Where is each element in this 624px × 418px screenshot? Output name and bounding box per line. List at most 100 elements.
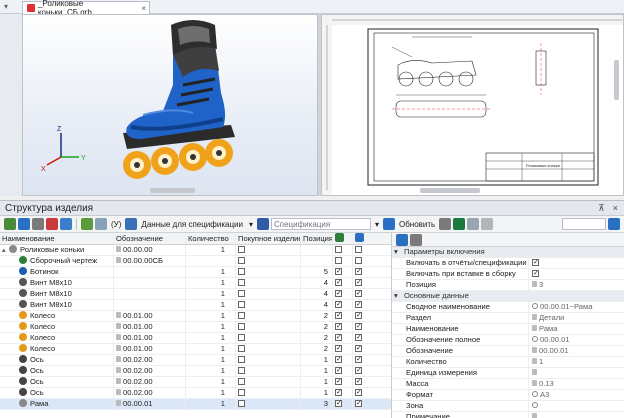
property-value[interactable]: ✓ <box>528 269 624 279</box>
refresh-button[interactable]: Обновить <box>397 220 437 229</box>
variables-button[interactable]: (У) <box>109 220 123 229</box>
property-row[interactable]: Сводное наименование 00.00.01~Рама <box>392 302 624 313</box>
property-row[interactable]: Единица измерения <box>392 368 624 379</box>
include-insert-checkbox[interactable]: ✓ <box>355 399 362 407</box>
table-row[interactable]: Сборочный чертеж 00.00.00СБ <box>0 256 391 267</box>
purchased-checkbox[interactable] <box>238 399 245 407</box>
include-spec-checkbox[interactable]: ✓ <box>335 322 342 330</box>
table-row[interactable]: Колесо 00.01.00 1 2 ✓ ✓ <box>0 333 391 344</box>
collapse-icon[interactable]: ▾ <box>394 291 398 301</box>
3d-horizontal-scrollbar[interactable] <box>150 188 195 193</box>
col-designation[interactable]: Обозначение <box>113 233 185 244</box>
table-row[interactable]: Ось 00.02.00 1 1 ✓ ✓ <box>0 388 391 399</box>
include-spec-checkbox[interactable]: ✓ <box>335 388 342 396</box>
sort-icon[interactable] <box>396 234 408 246</box>
excel-icon[interactable] <box>453 218 466 230</box>
purchased-checkbox[interactable] <box>238 267 245 275</box>
col-include-spec-icon[interactable] <box>332 233 352 244</box>
include-spec-checkbox[interactable]: ✓ <box>335 311 342 319</box>
chevron-down-icon[interactable]: ▾ <box>373 220 381 229</box>
chevron-down-icon[interactable]: ▾ <box>247 220 255 229</box>
table-row[interactable]: Винт М8х10 1 4 ✓ ✓ <box>0 278 391 289</box>
property-row[interactable]: Включать при вставке в сборку ✓ <box>392 269 624 280</box>
panel-close-icon[interactable]: × <box>613 203 618 214</box>
property-row[interactable]: Обозначение полное 00.00.01 <box>392 335 624 346</box>
col-purchased[interactable]: Покупное изделие <box>235 233 300 244</box>
include-insert-checkbox[interactable]: ✓ <box>355 278 362 286</box>
pin-icon[interactable]: ⊼ <box>598 203 605 214</box>
col-name[interactable]: Наименование <box>0 233 113 244</box>
property-value[interactable]: 0.13 <box>528 379 624 389</box>
purchased-checkbox[interactable] <box>238 245 245 253</box>
include-insert-checkbox[interactable]: ✓ <box>355 377 362 385</box>
property-value[interactable]: Детали <box>528 313 624 323</box>
purchased-checkbox[interactable] <box>238 322 245 330</box>
link-icon[interactable] <box>81 218 93 230</box>
col-position[interactable]: Позиция <box>300 233 332 244</box>
include-spec-checkbox[interactable]: ✓ <box>335 289 342 297</box>
include-spec-checkbox[interactable] <box>335 245 342 253</box>
include-insert-checkbox[interactable]: ✓ <box>355 388 362 396</box>
property-row[interactable]: Примечание <box>392 412 624 418</box>
collapse-icon[interactable]: ▾ <box>394 247 398 257</box>
table-row[interactable]: Колесо 00.01.00 1 2 ✓ ✓ <box>0 344 391 355</box>
property-value[interactable]: ✓ <box>528 258 624 268</box>
table-row[interactable]: Ось 00.02.00 1 1 ✓ ✓ <box>0 355 391 366</box>
purchased-checkbox[interactable] <box>238 278 245 286</box>
include-insert-checkbox[interactable] <box>355 256 362 264</box>
close-tab-icon[interactable]: × <box>141 4 146 13</box>
property-value[interactable]: 00.00.01 <box>528 335 624 345</box>
purchased-checkbox[interactable] <box>238 377 245 385</box>
include-spec-checkbox[interactable]: ✓ <box>335 333 342 341</box>
document-tab[interactable]: _Роликовые коньки_СБ.grb × <box>22 0 150 17</box>
property-row[interactable]: Обозначение 00.00.01 <box>392 346 624 357</box>
purchased-checkbox[interactable] <box>238 366 245 374</box>
include-spec-checkbox[interactable]: ✓ <box>335 377 342 385</box>
property-value[interactable]: 00.00.01~Рама <box>528 302 624 312</box>
add-icon[interactable] <box>18 218 30 230</box>
purchased-checkbox[interactable] <box>238 355 245 363</box>
include-insert-checkbox[interactable]: ✓ <box>355 289 362 297</box>
include-insert-checkbox[interactable]: ✓ <box>355 344 362 352</box>
expand-icon[interactable]: ▴ <box>2 246 9 255</box>
property-row[interactable]: Наименование Рама <box>392 324 624 335</box>
property-group[interactable]: ▾ Параметры включения <box>392 247 624 258</box>
include-insert-checkbox[interactable]: ✓ <box>355 366 362 374</box>
purchased-checkbox[interactable] <box>238 333 245 341</box>
drawing-vertical-scrollbar[interactable] <box>614 60 619 100</box>
include-spec-checkbox[interactable]: ✓ <box>335 267 342 275</box>
new-object-icon[interactable] <box>4 218 16 230</box>
property-row[interactable]: Зона <box>392 401 624 412</box>
3d-viewport[interactable]: Z Y X <box>22 14 318 196</box>
report-icon[interactable] <box>439 218 452 230</box>
property-value[interactable]: 00.00.01 <box>528 346 624 356</box>
include-spec-checkbox[interactable]: ✓ <box>335 344 342 352</box>
purchased-checkbox[interactable] <box>238 388 245 396</box>
purchased-checkbox[interactable] <box>238 344 245 352</box>
purchased-checkbox[interactable] <box>238 311 245 319</box>
col-qty[interactable]: Количество <box>185 233 235 244</box>
table-row[interactable]: Рама 00.00.01 1 3 ✓ ✓ <box>0 399 391 410</box>
table-row[interactable]: Ось 00.02.00 1 1 ✓ ✓ <box>0 377 391 388</box>
spec-combo[interactable] <box>270 218 371 230</box>
purchased-checkbox[interactable] <box>238 300 245 308</box>
property-value[interactable] <box>528 412 624 418</box>
table-row[interactable]: Ось 00.02.00 1 1 ✓ ✓ <box>0 366 391 377</box>
drawing-horizontal-scrollbar[interactable] <box>420 188 480 193</box>
property-checkbox[interactable]: ✓ <box>532 258 539 266</box>
include-spec-checkbox[interactable]: ✓ <box>335 355 342 363</box>
table-row[interactable]: Винт М8х10 1 4 ✓ ✓ <box>0 300 391 311</box>
include-insert-checkbox[interactable]: ✓ <box>355 322 362 330</box>
remove-icon[interactable] <box>46 218 58 230</box>
property-value[interactable]: А3 <box>528 390 624 400</box>
include-insert-checkbox[interactable]: ✓ <box>355 267 362 275</box>
include-spec-checkbox[interactable]: ✓ <box>335 278 342 286</box>
property-value[interactable]: Рама <box>528 324 624 334</box>
include-insert-checkbox[interactable]: ✓ <box>355 300 362 308</box>
property-row[interactable]: Количество 1 <box>392 357 624 368</box>
spec-data-icon[interactable] <box>125 218 138 230</box>
include-insert-checkbox[interactable]: ✓ <box>355 333 362 341</box>
property-row[interactable]: Позиция 3 <box>392 280 624 291</box>
property-value[interactable] <box>528 401 624 411</box>
property-value[interactable] <box>528 368 624 378</box>
